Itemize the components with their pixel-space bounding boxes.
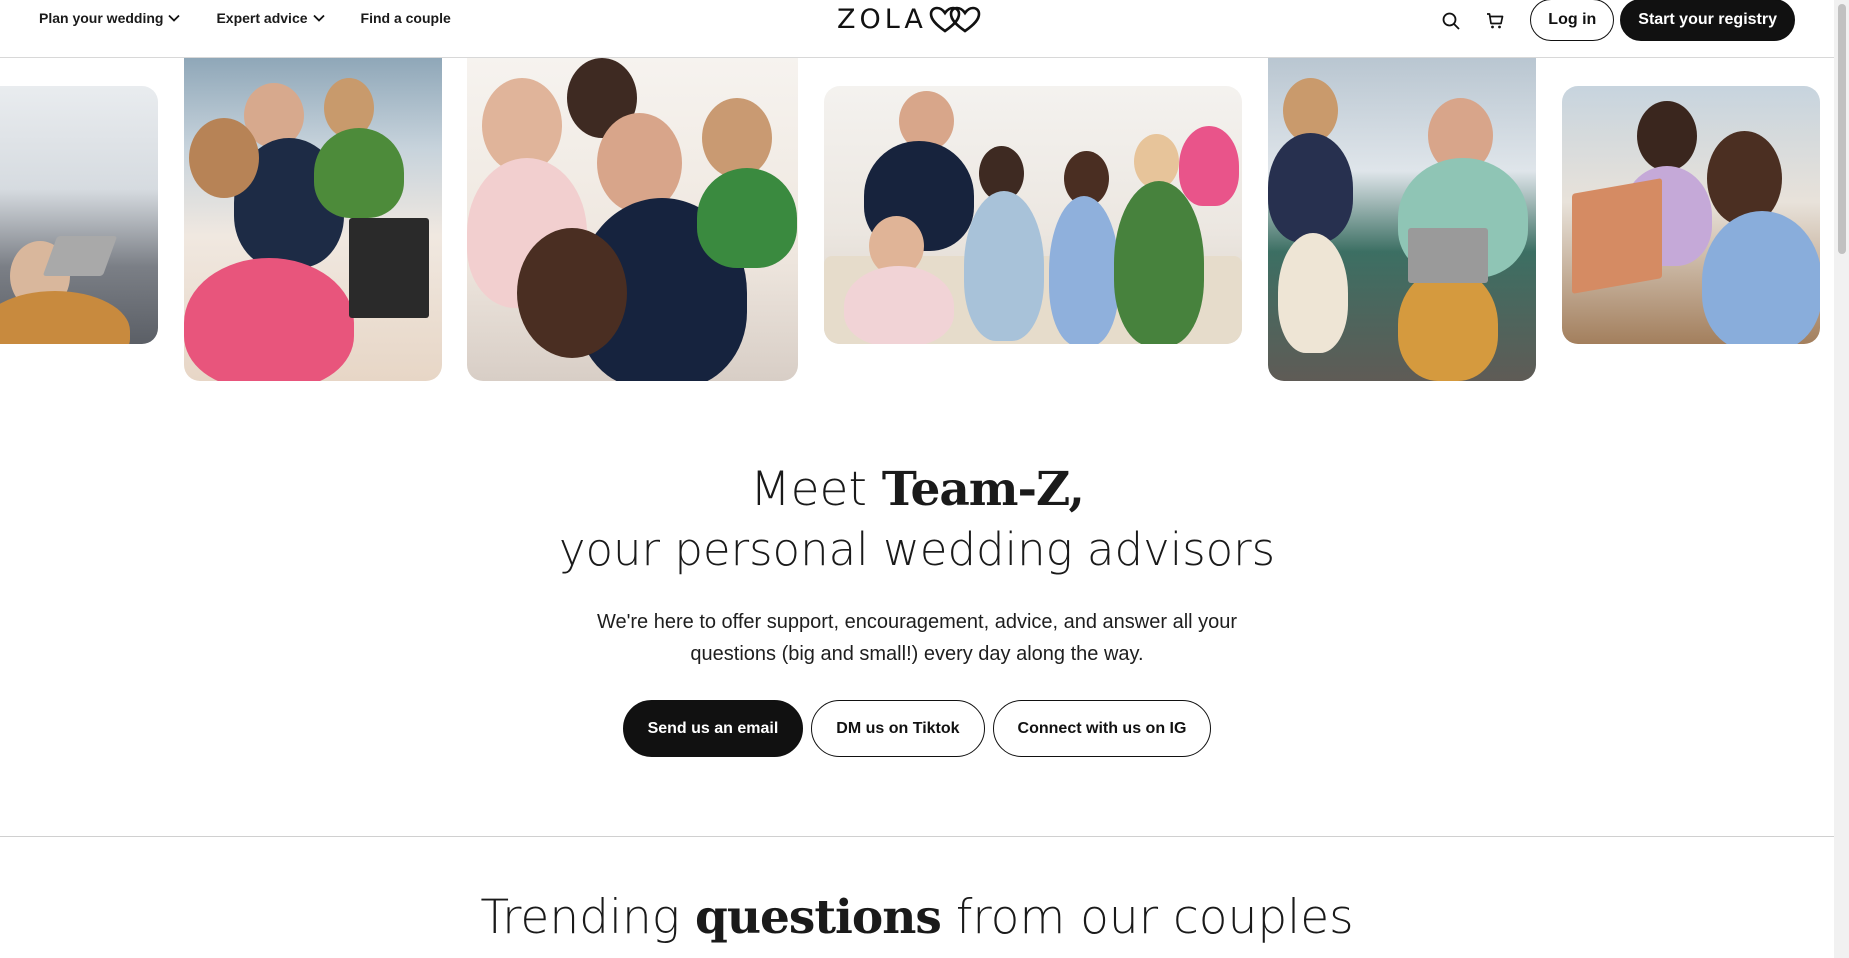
zola-logo[interactable]: ZOLA: [837, 4, 981, 35]
chevron-down-icon: [168, 14, 181, 22]
main-nav: Plan your wedding Expert advice Find a c…: [39, 10, 487, 26]
scrollbar-thumb[interactable]: [1838, 4, 1846, 254]
trending-bold: questions: [694, 890, 942, 945]
nav-plan-your-wedding-label: Plan your wedding: [39, 10, 164, 26]
trending-questions-heading: Trending questions from our couples: [0, 890, 1834, 945]
hero-title-bold: Team-Z,: [881, 462, 1085, 517]
login-button[interactable]: Log in: [1530, 0, 1615, 41]
hero-title-line2: your personal wedding advisors: [558, 523, 1276, 576]
team-photo-6: [1562, 86, 1820, 344]
nav-expert-advice-label: Expert advice: [216, 10, 308, 26]
section-divider: [0, 836, 1834, 837]
header-actions: Log in Start your registry: [1437, 0, 1795, 41]
trending-suffix: from our couples: [940, 890, 1354, 945]
team-photo-2: [184, 58, 442, 381]
team-photo-1: [0, 86, 158, 344]
chevron-down-icon: [312, 14, 325, 22]
trending-prefix: Trending: [480, 890, 695, 945]
hero-subtitle: We're here to offer support, encourageme…: [596, 611, 1238, 665]
nav-plan-your-wedding[interactable]: Plan your wedding: [39, 10, 181, 26]
nav-find-a-couple[interactable]: Find a couple: [361, 10, 451, 26]
contact-buttons: Send us an email DM us on Tiktok Connect…: [0, 700, 1834, 757]
team-photo-3: [467, 58, 798, 381]
connect-ig-button[interactable]: Connect with us on IG: [992, 700, 1212, 757]
site-header: Plan your wedding Expert advice Find a c…: [0, 0, 1834, 58]
cart-button[interactable]: [1481, 7, 1509, 35]
start-registry-button[interactable]: Start your registry: [1620, 0, 1795, 41]
nav-find-a-couple-label: Find a couple: [360, 10, 451, 26]
cart-icon: [1487, 12, 1504, 28]
logo-text: ZOLA: [837, 4, 927, 35]
dm-tiktok-button[interactable]: DM us on Tiktok: [811, 700, 985, 757]
nav-expert-advice[interactable]: Expert advice: [216, 10, 325, 26]
search-icon: [1442, 12, 1460, 30]
team-photo-4: [824, 86, 1242, 344]
send-email-button[interactable]: Send us an email: [622, 700, 804, 757]
hearts-icon: [929, 6, 981, 33]
hero-title: Meet Team-Z,: [0, 462, 1834, 517]
page-scrollbar[interactable]: [1834, 0, 1849, 958]
team-photo-5: [1268, 58, 1536, 381]
search-button[interactable]: [1437, 7, 1465, 35]
hero-title-prefix: Meet: [750, 462, 882, 517]
